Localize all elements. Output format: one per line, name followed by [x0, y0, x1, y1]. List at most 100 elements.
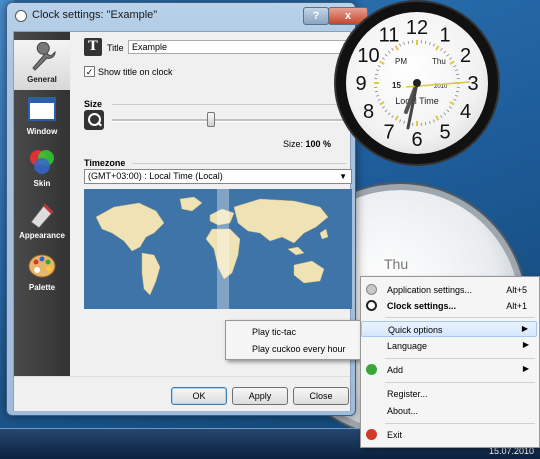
register-item[interactable]: Register...: [361, 386, 537, 402]
clock-tick: [392, 115, 394, 117]
exit-icon: [366, 429, 377, 440]
clock-tick: [425, 122, 426, 125]
application-settings-item[interactable]: Application settings... Alt+5: [361, 282, 537, 298]
about-item[interactable]: About...: [361, 403, 537, 419]
dropdown-arrow-icon: ▼: [339, 170, 347, 183]
palette-icon: [27, 250, 57, 282]
close-button[interactable]: Close: [293, 387, 349, 405]
clock-tick: [375, 74, 378, 75]
clock-tick: [449, 107, 451, 109]
size-slider-thumb[interactable]: [207, 112, 215, 127]
background-clock-day: Thu: [384, 256, 408, 272]
play-cuckoo-item[interactable]: Play cuckoo every hour: [252, 344, 346, 354]
clock-tick: [382, 58, 384, 60]
language-label: Language: [387, 341, 427, 351]
exit-item[interactable]: Exit: [361, 427, 537, 443]
clock-number: 2: [460, 45, 471, 67]
timezone-divider: [132, 163, 346, 164]
sidebar-item-window[interactable]: Window: [14, 92, 70, 142]
clock-tick: [449, 58, 451, 60]
clock-tick: [380, 102, 384, 105]
sidebar-item-general[interactable]: General: [14, 40, 70, 90]
clock-context-menu: Application settings... Alt+5 Clock sett…: [360, 276, 540, 448]
clock-tick: [455, 95, 458, 96]
size-readout-value: 100 %: [306, 139, 332, 149]
timezone-select[interactable]: (GMT+03:00) : Local Time (Local) ▼: [84, 169, 352, 184]
clock-label: Local Time: [395, 96, 439, 106]
sidebar-item-label: Appearance: [14, 231, 70, 240]
sidebar-item-label: Palette: [14, 283, 70, 292]
clock-face: 121234567891011 PM Thu 15 2010 Local Tim…: [346, 12, 488, 154]
clock-number: 8: [363, 101, 374, 123]
clock-number: 1: [439, 25, 450, 47]
timezone-world-map[interactable]: [84, 189, 352, 309]
clock-tick: [450, 62, 454, 65]
menu-separator: [385, 382, 535, 383]
clock-tick: [375, 91, 378, 92]
settings-sidebar: General Window Skin Appearance Palette: [14, 32, 70, 376]
clock-tick: [433, 120, 434, 123]
clock-number: 9: [355, 73, 366, 95]
clock-settings-shortcut: Alt+1: [506, 301, 527, 311]
clock-number: 11: [379, 25, 400, 47]
sidebar-item-palette[interactable]: Palette: [14, 248, 70, 298]
size-divider: [112, 104, 346, 105]
clock-tick: [385, 54, 387, 56]
sidebar-item-appearance[interactable]: Appearance: [14, 196, 70, 246]
sidebar-item-label: Window: [14, 127, 70, 136]
clock-tick: [376, 95, 379, 96]
quick-options-label: Quick options: [388, 325, 443, 335]
title-bar[interactable]: Clock settings: "Example" ? x: [7, 3, 355, 29]
clock-tick: [436, 116, 439, 120]
timezone-section-heading: Timezone: [84, 158, 125, 168]
clock-tick: [392, 48, 394, 50]
clock-tick: [456, 91, 459, 92]
clock-tick: [441, 48, 443, 50]
clock-tick: [388, 51, 390, 53]
clock-tick: [396, 116, 399, 120]
wrench-icon: [27, 42, 57, 74]
timezone-select-value: (GMT+03:00) : Local Time (Local): [88, 171, 223, 181]
quick-options-submenu: Play tic-tac Play cuckoo every hour: [225, 320, 362, 360]
clock-tick: [382, 107, 384, 109]
clock-date: 15: [392, 81, 401, 90]
clock-tick: [408, 41, 409, 44]
play-tic-tac-item[interactable]: Play tic-tac: [252, 327, 296, 337]
clock-number: 12: [406, 17, 428, 39]
submenu-arrow-icon: ▶: [522, 324, 528, 333]
sidebar-item-label: Skin: [14, 179, 70, 188]
clock-settings-item[interactable]: Clock settings... Alt+1: [361, 298, 537, 314]
sidebar-item-skin[interactable]: Skin: [14, 144, 70, 194]
title-label: Title: [107, 43, 124, 53]
show-title-checkbox[interactable]: ✓: [84, 66, 95, 77]
menu-separator: [385, 358, 535, 359]
add-item[interactable]: Add ▶: [361, 362, 537, 378]
text-title-icon: T: [84, 38, 102, 56]
apply-button[interactable]: Apply: [232, 387, 288, 405]
clock-tick: [385, 110, 387, 112]
clock-app-icon: [15, 10, 27, 22]
language-item[interactable]: Language ▶: [361, 338, 537, 354]
size-readout-label: Size:: [283, 139, 303, 149]
clock-tick: [378, 99, 381, 100]
show-title-label[interactable]: Show title on clock: [98, 67, 173, 77]
help-button[interactable]: ?: [303, 7, 329, 25]
timezone-highlight-band: [217, 189, 229, 309]
clock-icon: [366, 300, 377, 311]
clock-number: 3: [467, 73, 478, 95]
menu-separator: [385, 317, 535, 318]
size-slider-track[interactable]: [112, 119, 346, 122]
clock-widget[interactable]: 121234567891011 PM Thu 15 2010 Local Tim…: [336, 2, 498, 164]
register-label: Register...: [387, 389, 428, 399]
ok-button[interactable]: OK: [171, 387, 227, 405]
clock-number: 5: [439, 122, 450, 144]
sidebar-item-label: General: [14, 75, 70, 84]
clock-tick: [388, 113, 390, 115]
quick-options-item[interactable]: Quick options ▶: [361, 321, 537, 337]
about-label: About...: [387, 406, 418, 416]
title-input[interactable]: [128, 40, 348, 54]
clock-number: 10: [357, 45, 379, 67]
clock-number: 6: [411, 129, 422, 151]
gear-icon: [366, 284, 377, 295]
clock-tick: [429, 42, 430, 45]
